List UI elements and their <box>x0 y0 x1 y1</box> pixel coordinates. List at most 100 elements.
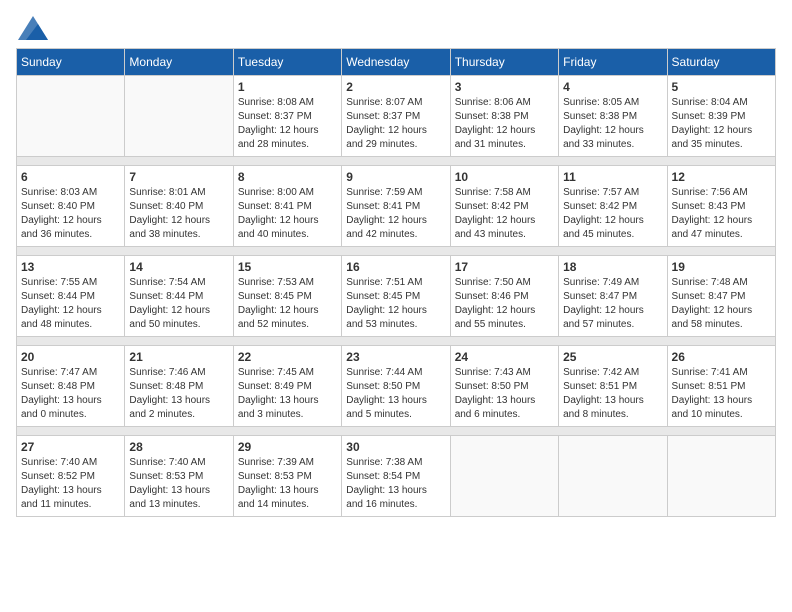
calendar-cell-week3-day6: 18 Sunrise: 7:49 AMSunset: 8:47 PMDayligh… <box>559 256 667 337</box>
day-number: 19 <box>672 260 771 274</box>
day-info: Sunrise: 7:45 AMSunset: 8:49 PMDaylight:… <box>238 366 337 422</box>
calendar-cell-week5-day7 <box>667 436 775 517</box>
day-number: 22 <box>238 350 337 364</box>
calendar-cell-week3-day2: 14 Sunrise: 7:54 AMSunset: 8:44 PMDayligh… <box>125 256 233 337</box>
day-info: Sunrise: 7:59 AMSunset: 8:41 PMDaylight:… <box>346 186 445 242</box>
day-number: 9 <box>346 170 445 184</box>
day-number: 14 <box>129 260 228 274</box>
page-header <box>16 16 776 36</box>
calendar-cell-week5-day1: 27 Sunrise: 7:40 AMSunset: 8:52 PMDayligh… <box>17 436 125 517</box>
weekday-header-tuesday: Tuesday <box>233 49 341 76</box>
day-number: 26 <box>672 350 771 364</box>
day-number: 23 <box>346 350 445 364</box>
calendar-week-4: 20 Sunrise: 7:47 AMSunset: 8:48 PMDayligh… <box>17 346 776 427</box>
day-number: 13 <box>21 260 120 274</box>
day-info: Sunrise: 8:07 AMSunset: 8:37 PMDaylight:… <box>346 96 445 152</box>
calendar-week-5: 27 Sunrise: 7:40 AMSunset: 8:52 PMDayligh… <box>17 436 776 517</box>
day-info: Sunrise: 7:55 AMSunset: 8:44 PMDaylight:… <box>21 276 120 332</box>
calendar-cell-week4-day2: 21 Sunrise: 7:46 AMSunset: 8:48 PMDayligh… <box>125 346 233 427</box>
calendar-cell-week3-day5: 17Sunrise: 7:50 AMSunset: 8:46 PMDayligh… <box>450 256 558 337</box>
logo <box>16 16 48 36</box>
calendar-cell-week4-day6: 25Sunrise: 7:42 AMSunset: 8:51 PMDayligh… <box>559 346 667 427</box>
calendar-cell-week3-day4: 16 Sunrise: 7:51 AMSunset: 8:45 PMDayligh… <box>342 256 450 337</box>
day-info: Sunrise: 8:05 AMSunset: 8:38 PMDaylight:… <box>563 96 662 152</box>
calendar-cell-week3-day7: 19 Sunrise: 7:48 AMSunset: 8:47 PMDayligh… <box>667 256 775 337</box>
day-number: 11 <box>563 170 662 184</box>
logo-icon <box>18 16 48 40</box>
day-info: Sunrise: 7:38 AMSunset: 8:54 PMDaylight:… <box>346 456 445 512</box>
weekday-header-wednesday: Wednesday <box>342 49 450 76</box>
week-separator-2 <box>17 247 776 256</box>
day-number: 28 <box>129 440 228 454</box>
day-info: Sunrise: 7:43 AMSunset: 8:50 PMDaylight:… <box>455 366 554 422</box>
calendar-cell-week4-day4: 23 Sunrise: 7:44 AMSunset: 8:50 PMDayligh… <box>342 346 450 427</box>
day-info: Sunrise: 7:54 AMSunset: 8:44 PMDaylight:… <box>129 276 228 332</box>
day-number: 29 <box>238 440 337 454</box>
calendar-cell-week1-day5: 3Sunrise: 8:06 AMSunset: 8:38 PMDaylight… <box>450 76 558 157</box>
day-info: Sunrise: 7:57 AMSunset: 8:42 PMDaylight:… <box>563 186 662 242</box>
calendar-cell-week2-day2: 7Sunrise: 8:01 AMSunset: 8:40 PMDaylight… <box>125 166 233 247</box>
day-number: 4 <box>563 80 662 94</box>
calendar-cell-week1-day2 <box>125 76 233 157</box>
calendar-week-2: 6 Sunrise: 8:03 AMSunset: 8:40 PMDaylight… <box>17 166 776 247</box>
weekday-header-monday: Monday <box>125 49 233 76</box>
day-info: Sunrise: 7:49 AMSunset: 8:47 PMDaylight:… <box>563 276 662 332</box>
calendar-cell-week1-day4: 2 Sunrise: 8:07 AMSunset: 8:37 PMDaylight… <box>342 76 450 157</box>
day-info: Sunrise: 7:48 AMSunset: 8:47 PMDaylight:… <box>672 276 771 332</box>
day-number: 20 <box>21 350 120 364</box>
day-info: Sunrise: 8:04 AMSunset: 8:39 PMDaylight:… <box>672 96 771 152</box>
calendar-table: SundayMondayTuesdayWednesdayThursdayFrid… <box>16 48 776 517</box>
day-info: Sunrise: 7:47 AMSunset: 8:48 PMDaylight:… <box>21 366 120 422</box>
week-separator-3 <box>17 337 776 346</box>
day-number: 6 <box>21 170 120 184</box>
day-info: Sunrise: 8:03 AMSunset: 8:40 PMDaylight:… <box>21 186 120 242</box>
day-info: Sunrise: 7:41 AMSunset: 8:51 PMDaylight:… <box>672 366 771 422</box>
day-info: Sunrise: 8:08 AMSunset: 8:37 PMDaylight:… <box>238 96 337 152</box>
calendar-cell-week2-day7: 12Sunrise: 7:56 AMSunset: 8:43 PMDayligh… <box>667 166 775 247</box>
day-number: 2 <box>346 80 445 94</box>
day-number: 16 <box>346 260 445 274</box>
day-number: 3 <box>455 80 554 94</box>
day-info: Sunrise: 7:42 AMSunset: 8:51 PMDaylight:… <box>563 366 662 422</box>
calendar-cell-week5-day5 <box>450 436 558 517</box>
day-number: 15 <box>238 260 337 274</box>
calendar-cell-week2-day4: 9 Sunrise: 7:59 AMSunset: 8:41 PMDaylight… <box>342 166 450 247</box>
day-info: Sunrise: 7:46 AMSunset: 8:48 PMDaylight:… <box>129 366 228 422</box>
calendar-cell-week2-day3: 8 Sunrise: 8:00 AMSunset: 8:41 PMDaylight… <box>233 166 341 247</box>
calendar-cell-week1-day1 <box>17 76 125 157</box>
calendar-cell-week2-day6: 11 Sunrise: 7:57 AMSunset: 8:42 PMDayligh… <box>559 166 667 247</box>
day-number: 12 <box>672 170 771 184</box>
day-info: Sunrise: 7:40 AMSunset: 8:53 PMDaylight:… <box>129 456 228 512</box>
calendar-cell-week4-day5: 24 Sunrise: 7:43 AMSunset: 8:50 PMDayligh… <box>450 346 558 427</box>
day-info: Sunrise: 7:53 AMSunset: 8:45 PMDaylight:… <box>238 276 337 332</box>
day-number: 24 <box>455 350 554 364</box>
calendar-cell-week5-day2: 28 Sunrise: 7:40 AMSunset: 8:53 PMDayligh… <box>125 436 233 517</box>
day-number: 27 <box>21 440 120 454</box>
calendar-cell-week5-day3: 29 Sunrise: 7:39 AMSunset: 8:53 PMDayligh… <box>233 436 341 517</box>
week-separator-1 <box>17 157 776 166</box>
week-separator-4 <box>17 427 776 436</box>
weekday-header-sunday: Sunday <box>17 49 125 76</box>
weekday-header-saturday: Saturday <box>667 49 775 76</box>
day-info: Sunrise: 7:39 AMSunset: 8:53 PMDaylight:… <box>238 456 337 512</box>
day-number: 8 <box>238 170 337 184</box>
day-info: Sunrise: 7:51 AMSunset: 8:45 PMDaylight:… <box>346 276 445 332</box>
day-number: 17 <box>455 260 554 274</box>
calendar-week-1: 1Sunrise: 8:08 AMSunset: 8:37 PMDaylight… <box>17 76 776 157</box>
day-info: Sunrise: 7:44 AMSunset: 8:50 PMDaylight:… <box>346 366 445 422</box>
calendar-cell-week1-day3: 1Sunrise: 8:08 AMSunset: 8:37 PMDaylight… <box>233 76 341 157</box>
day-number: 30 <box>346 440 445 454</box>
weekday-header-thursday: Thursday <box>450 49 558 76</box>
calendar-cell-week2-day5: 10Sunrise: 7:58 AMSunset: 8:42 PMDayligh… <box>450 166 558 247</box>
day-number: 5 <box>672 80 771 94</box>
day-number: 21 <box>129 350 228 364</box>
day-info: Sunrise: 7:40 AMSunset: 8:52 PMDaylight:… <box>21 456 120 512</box>
day-info: Sunrise: 8:00 AMSunset: 8:41 PMDaylight:… <box>238 186 337 242</box>
calendar-cell-week4-day7: 26 Sunrise: 7:41 AMSunset: 8:51 PMDayligh… <box>667 346 775 427</box>
calendar-cell-week4-day1: 20 Sunrise: 7:47 AMSunset: 8:48 PMDayligh… <box>17 346 125 427</box>
day-number: 10 <box>455 170 554 184</box>
calendar-cell-week1-day6: 4 Sunrise: 8:05 AMSunset: 8:38 PMDaylight… <box>559 76 667 157</box>
calendar-week-3: 13 Sunrise: 7:55 AMSunset: 8:44 PMDayligh… <box>17 256 776 337</box>
day-number: 18 <box>563 260 662 274</box>
calendar-cell-week5-day4: 30 Sunrise: 7:38 AMSunset: 8:54 PMDayligh… <box>342 436 450 517</box>
